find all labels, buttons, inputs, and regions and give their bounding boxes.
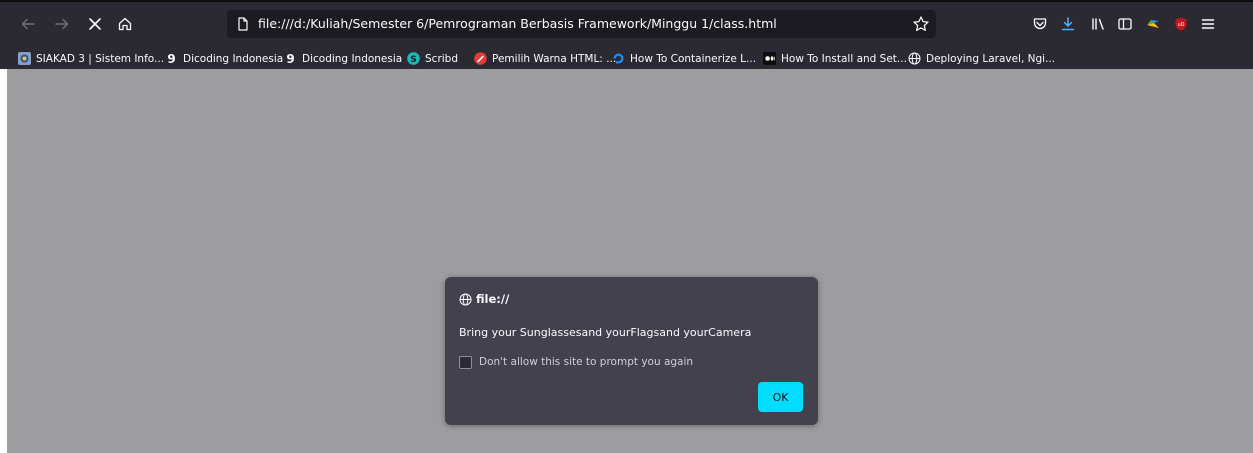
ublock-origin-button[interactable]: uD <box>1171 14 1191 34</box>
medium-icon <box>763 52 776 65</box>
browser-window: file:///d:/Kuliah/Semester 6/Pemrograman… <box>0 0 1253 453</box>
home-button[interactable] <box>113 12 137 36</box>
arrow-left-icon <box>21 18 35 30</box>
arrow-right-icon <box>55 18 69 30</box>
alert-dialog: file:// Bring your Sunglassesand yourFla… <box>445 277 818 425</box>
library-icon <box>1092 18 1104 30</box>
forward-button[interactable] <box>50 12 74 36</box>
url-text[interactable]: file:///d:/Kuliah/Semester 6/Pemrograman… <box>258 10 777 38</box>
ok-button[interactable]: OK <box>758 382 803 412</box>
dont-allow-prompt-label[interactable]: Don't allow this site to prompt you agai… <box>479 356 693 368</box>
pocket-icon <box>1033 18 1047 30</box>
stop-button[interactable] <box>83 12 107 36</box>
bookmark-label: Deploying Laravel, Ngi... <box>926 52 1056 65</box>
bookmark-siakad[interactable]: SIAKAD 3 | Sistem Info... <box>18 48 164 69</box>
bookmark-install-setup[interactable]: How To Install and Set... <box>763 48 907 69</box>
globe-icon <box>459 293 472 305</box>
svg-text:uD: uD <box>1177 22 1184 28</box>
bookmark-containerize[interactable]: How To Containerize L... <box>612 48 756 69</box>
bookmark-label: SIAKAD 3 | Sistem Info... <box>36 52 165 65</box>
svg-text:9: 9 <box>167 52 175 65</box>
sidebar-button[interactable] <box>1115 14 1135 34</box>
bookmark-deploying-laravel[interactable]: Deploying Laravel, Ngi... <box>908 48 1055 69</box>
color-picker-icon <box>474 52 487 65</box>
download-icon <box>1061 17 1075 31</box>
content-left-edge <box>0 69 7 453</box>
tab-strip-edge <box>0 0 1253 2</box>
pocket-button[interactable] <box>1030 14 1050 34</box>
address-bar[interactable]: file:///d:/Kuliah/Semester 6/Pemrograman… <box>227 10 936 38</box>
home-icon <box>118 17 132 31</box>
bookmark-label: How To Install and Set... <box>781 52 907 65</box>
bookmark-pemilih-warna[interactable]: Pemilih Warna HTML: ... <box>474 48 616 69</box>
colorful-extension-icon <box>1147 20 1159 28</box>
dialog-origin: file:// <box>459 291 509 307</box>
bookmarks-toolbar: SIAKAD 3 | Sistem Info... 9 Dicoding Ind… <box>0 48 1253 69</box>
dialog-origin-text: file:// <box>476 292 510 306</box>
back-button[interactable] <box>16 12 40 36</box>
menu-button[interactable] <box>1198 14 1218 34</box>
bookmark-dicoding-1[interactable]: 9 Dicoding Indonesia <box>165 48 283 69</box>
bookmark-label: How To Containerize L... <box>630 52 757 65</box>
svg-text:S: S <box>410 55 416 65</box>
scribd-icon: S <box>407 52 420 65</box>
downloads-button[interactable] <box>1058 14 1078 34</box>
extension-button-colorful[interactable] <box>1143 14 1163 34</box>
digitalocean-icon <box>613 53 624 64</box>
siakad-icon <box>18 52 31 65</box>
bookmark-star-icon[interactable] <box>912 15 930 33</box>
hamburger-menu-icon <box>1201 19 1215 29</box>
globe-icon <box>908 52 921 65</box>
bookmark-label: Pemilih Warna HTML: ... <box>492 52 617 65</box>
bookmark-label: Dicoding Indonesia <box>183 52 284 65</box>
page-icon <box>238 17 248 31</box>
svg-text:9: 9 <box>286 52 294 65</box>
dont-allow-prompt-row[interactable]: Don't allow this site to prompt you agai… <box>459 355 693 369</box>
bookmark-scribd[interactable]: S Scribd <box>407 48 458 69</box>
sidebar-icon <box>1118 18 1132 30</box>
dicoding-icon: 9 <box>286 52 294 65</box>
close-icon <box>89 18 101 30</box>
navigation-toolbar: file:///d:/Kuliah/Semester 6/Pemrograman… <box>0 0 1253 48</box>
dicoding-icon: 9 <box>167 52 175 65</box>
dialog-message: Bring your Sunglassesand yourFlagsand yo… <box>459 326 752 339</box>
bookmark-dicoding-2[interactable]: 9 Dicoding Indonesia <box>284 48 402 69</box>
dont-allow-prompt-checkbox[interactable] <box>459 355 472 369</box>
bookmark-label: Scribd <box>425 52 459 65</box>
ublock-icon: uD <box>1175 17 1187 31</box>
bookmark-label: Dicoding Indonesia <box>302 52 403 65</box>
library-button[interactable] <box>1088 14 1108 34</box>
